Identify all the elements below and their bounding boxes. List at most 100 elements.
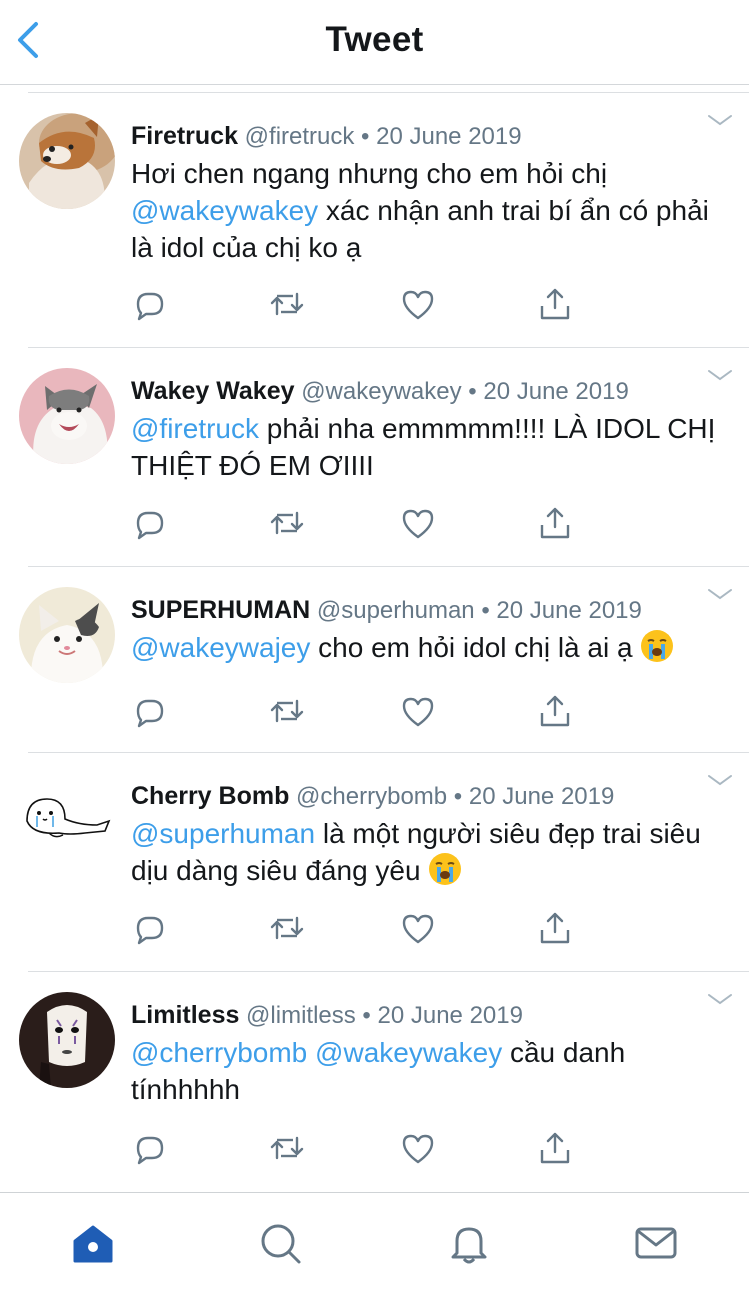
like-button[interactable] (400, 1130, 436, 1166)
tweet-actions (0, 693, 749, 733)
tab-messages[interactable] (634, 1221, 678, 1265)
avatar[interactable] (19, 587, 115, 683)
tweet-text: @superhuman là một người siêu đẹp trai s… (131, 815, 719, 889)
tweet-superhuman[interactable]: SUPERHUMAN @superhuman • 20 June 2019 @w… (0, 567, 749, 753)
avatar[interactable] (19, 368, 115, 464)
tweet-header: Limitless @limitless • 20 June 2019 (131, 1000, 523, 1031)
like-button[interactable] (400, 693, 436, 729)
crying-face-emoji (641, 630, 674, 662)
tweet-text: @wakeywajey cho em hỏi idol chị là ai ạ (131, 629, 719, 666)
tweet-wakeywakey[interactable]: Wakey Wakey @wakeywakey • 20 June 2019 @… (0, 348, 749, 567)
retweet-button[interactable] (269, 286, 305, 322)
mention-link[interactable]: @wakeywajey (131, 632, 310, 663)
retweet-button[interactable] (269, 693, 305, 729)
bottom-tab-bar (0, 1192, 749, 1289)
reply-button[interactable] (130, 1130, 166, 1166)
display-name[interactable]: Firetruck (131, 122, 238, 150)
avatar[interactable] (19, 771, 115, 867)
text-segment: Hơi chen ngang nhưng cho em hỏi chị (131, 158, 608, 189)
tab-notifications[interactable] (447, 1221, 491, 1265)
reply-button[interactable] (130, 910, 166, 946)
tweet-text: Hơi chen ngang nhưng cho em hỏi chị @wak… (131, 155, 719, 266)
tab-home[interactable] (71, 1221, 115, 1265)
smiling-cat-photo (19, 587, 115, 683)
search-icon (261, 1224, 301, 1264)
mention-link[interactable]: @superhuman (131, 818, 315, 849)
reply-icon (136, 292, 164, 321)
tweet-options-button[interactable] (707, 587, 733, 601)
tweet-actions (0, 286, 749, 326)
heart-icon (402, 697, 434, 727)
heart-icon (402, 290, 434, 320)
tweet-header: Wakey Wakey @wakeywakey • 20 June 2019 (131, 376, 629, 407)
share-icon (540, 1132, 570, 1164)
chevron-down-icon (708, 589, 732, 600)
handle[interactable]: @cherrybomb (296, 783, 447, 810)
tweet-text: @cherrybomb @wakeywakey cầu danh tínhhhh… (131, 1034, 719, 1108)
share-button[interactable] (537, 1130, 573, 1166)
handle[interactable]: @firetruck (245, 123, 355, 150)
retweet-icon (270, 511, 304, 535)
heart-icon (402, 914, 434, 944)
tab-search[interactable] (258, 1221, 302, 1265)
timestamp: 20 June 2019 (377, 1002, 523, 1029)
mention-link[interactable]: @firetruck (131, 413, 259, 444)
display-name[interactable]: Limitless (131, 1001, 239, 1029)
tweet-header: SUPERHUMAN @superhuman • 20 June 2019 (131, 595, 642, 626)
tweet-options-button[interactable] (707, 113, 733, 127)
tweet-limitless[interactable]: Limitless @limitless • 20 June 2019 @che… (0, 972, 749, 1192)
like-button[interactable] (400, 910, 436, 946)
tweet-options-button[interactable] (707, 992, 733, 1006)
retweet-button[interactable] (269, 1130, 305, 1166)
like-button[interactable] (400, 505, 436, 541)
share-icon (540, 912, 570, 944)
retweet-icon (270, 699, 304, 723)
tweet-actions (0, 1130, 749, 1170)
display-name[interactable]: Cherry Bomb (131, 782, 289, 810)
no-face-photo (19, 992, 115, 1088)
reply-button[interactable] (130, 693, 166, 729)
home-icon (73, 1225, 113, 1263)
share-button[interactable] (537, 505, 573, 541)
shiba-dog-photo (19, 113, 115, 209)
reply-icon (136, 916, 164, 945)
share-button[interactable] (537, 910, 573, 946)
chevron-down-icon (708, 370, 732, 381)
tweet-firetruck[interactable]: Firetruck @firetruck • 20 June 2019 Hơi … (0, 85, 749, 348)
reply-button[interactable] (130, 286, 166, 322)
display-name[interactable]: Wakey Wakey (131, 377, 295, 405)
retweet-button[interactable] (269, 505, 305, 541)
share-button[interactable] (537, 693, 573, 729)
tweet-text: @firetruck phải nha emmmmm!!!! LÀ IDOL C… (131, 410, 719, 484)
share-button[interactable] (537, 286, 573, 322)
tweet-cherrybomb[interactable]: Cherry Bomb @cherrybomb • 20 June 2019 @… (0, 753, 749, 972)
tweet-actions (0, 910, 749, 950)
reply-button[interactable] (130, 505, 166, 541)
timestamp: 20 June 2019 (483, 378, 629, 405)
retweet-icon (270, 916, 304, 940)
heart-icon (402, 1134, 434, 1164)
tweet-options-button[interactable] (707, 368, 733, 382)
avatar[interactable] (19, 992, 115, 1088)
retweet-button[interactable] (269, 910, 305, 946)
like-button[interactable] (400, 286, 436, 322)
text-segment: cho em hỏi idol chị là ai ạ (310, 632, 641, 663)
chevron-down-icon (708, 115, 732, 126)
handle[interactable]: @superhuman (317, 597, 475, 624)
meta-separator: • (453, 783, 463, 810)
mention-link[interactable]: @wakeywakey (315, 1037, 502, 1068)
mail-icon (635, 1227, 677, 1259)
timestamp: 20 June 2019 (468, 783, 615, 810)
display-name[interactable]: SUPERHUMAN (131, 596, 310, 624)
mention-link[interactable]: @wakeywakey (131, 195, 318, 226)
reply-icon (136, 1136, 164, 1165)
tweet-options-button[interactable] (707, 773, 733, 787)
mention-link[interactable]: @cherrybomb (131, 1037, 307, 1068)
avatar[interactable] (19, 113, 115, 209)
chevron-down-icon (708, 994, 732, 1005)
reply-icon (136, 699, 164, 728)
handle[interactable]: @limitless (246, 1002, 356, 1029)
text-segment (307, 1037, 315, 1068)
tweet-header: Firetruck @firetruck • 20 June 2019 (131, 121, 522, 152)
handle[interactable]: @wakeywakey (301, 378, 461, 405)
